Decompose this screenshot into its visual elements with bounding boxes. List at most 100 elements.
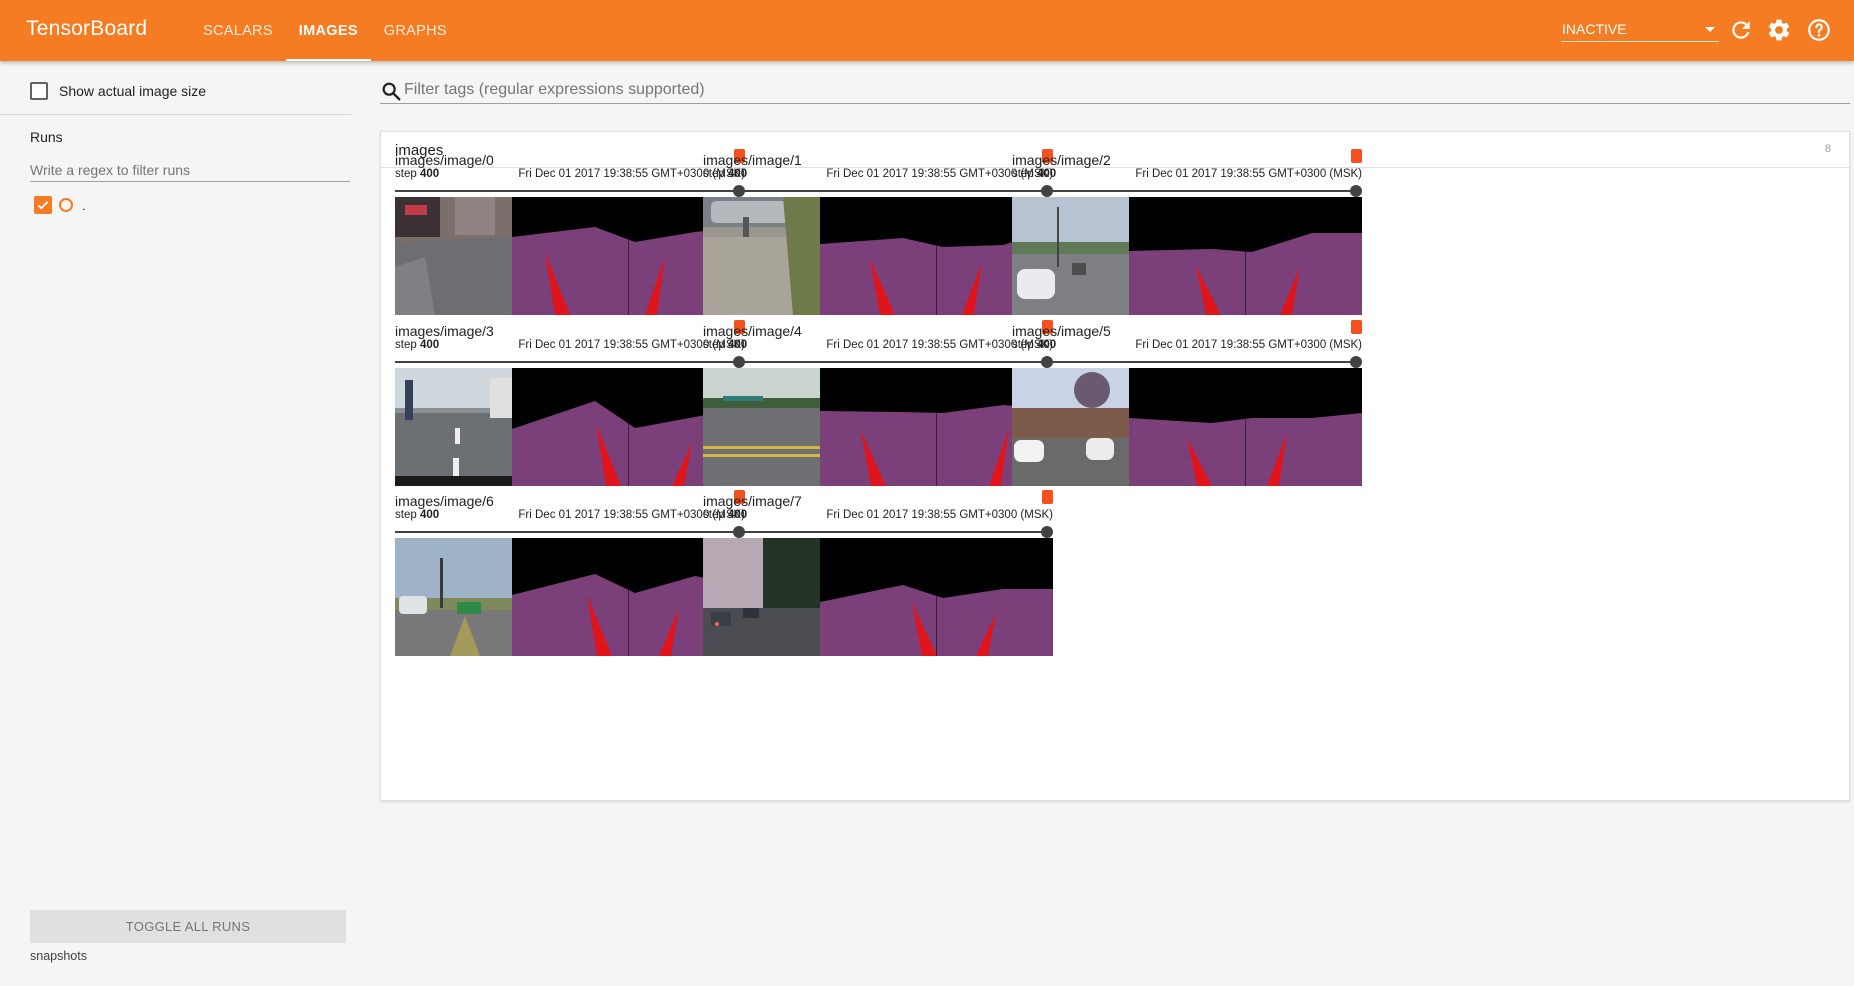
card-run-badge[interactable]	[1351, 149, 1362, 163]
card-tag: images/image/1	[703, 152, 802, 168]
logdir-label: snapshots	[30, 949, 87, 963]
dashboard-tabs: SCALARS IMAGES GRAPHS	[190, 0, 460, 61]
help-icon[interactable]	[1806, 17, 1832, 43]
image-card: images/image/7 step 400 Fri Dec 01 2017 …	[703, 490, 1053, 673]
show-actual-size-checkbox[interactable]	[30, 82, 48, 100]
card-tag: images/image/3	[395, 323, 494, 339]
show-actual-size-toggle[interactable]: Show actual image size	[30, 82, 206, 100]
image-card: images/image/2 step 400 Fri Dec 01 2017 …	[1012, 149, 1362, 332]
card-run-badge[interactable]	[1351, 320, 1362, 334]
card-step: step 400	[395, 339, 439, 351]
slider-track	[1012, 190, 1360, 192]
image-card: images/image/5 step 400 Fri Dec 01 2017 …	[1012, 320, 1362, 503]
segmentation-image[interactable]	[1012, 197, 1362, 315]
slider-track	[395, 531, 743, 533]
tab-graphs[interactable]: GRAPHS	[371, 0, 460, 61]
tag-filter-input[interactable]	[404, 78, 1844, 102]
card-step: step 400	[703, 168, 747, 180]
segmentation-image[interactable]	[1012, 368, 1362, 486]
card-timestamp: Fri Dec 01 2017 19:38:55 GMT+0300 (MSK)	[826, 509, 1053, 521]
card-tag: images/image/5	[1012, 323, 1111, 339]
card-step: step 400	[395, 509, 439, 521]
card-step-value: 400	[1036, 168, 1057, 180]
refresh-icon[interactable]	[1728, 17, 1754, 43]
segmentation-image[interactable]	[395, 538, 745, 656]
card-tag: images/image/0	[395, 152, 494, 168]
toggle-all-runs-button[interactable]: TOGGLE ALL RUNS	[30, 910, 346, 943]
card-step-value: 400	[419, 339, 440, 351]
card-timestamp: Fri Dec 01 2017 19:38:55 GMT+0300 (MSK)	[1135, 168, 1362, 180]
card-step-value: 400	[727, 509, 748, 521]
tab-images[interactable]: IMAGES	[285, 0, 371, 61]
slider-knob[interactable]	[1041, 526, 1053, 538]
card-timestamp: Fri Dec 01 2017 19:38:55 GMT+0300 (MSK)	[1135, 339, 1362, 351]
card-step: step 400	[395, 168, 439, 180]
runs-filter-input[interactable]	[30, 158, 350, 182]
tag-filter-bar	[380, 78, 1850, 104]
card-step-label: step	[703, 509, 725, 521]
runs-title: Runs	[30, 129, 63, 145]
step-slider[interactable]	[1012, 185, 1362, 197]
search-icon	[382, 82, 401, 101]
step-slider[interactable]	[395, 526, 745, 538]
slider-track	[395, 361, 743, 363]
card-tag: images/image/4	[703, 323, 802, 339]
slider-track	[1012, 361, 1360, 363]
card-step-value: 400	[419, 509, 440, 521]
segmentation-image[interactable]	[395, 197, 745, 315]
category-count: 8	[1824, 143, 1831, 155]
show-actual-size-label: Show actual image size	[59, 83, 207, 99]
slider-track	[703, 531, 1051, 533]
slider-knob[interactable]	[1350, 185, 1362, 197]
category-pane: images 8 images/image/0 step 400 Fri Dec…	[380, 131, 1850, 801]
segmentation-image[interactable]	[703, 538, 1053, 656]
slider-track	[395, 190, 743, 192]
run-name: .	[82, 197, 86, 213]
step-slider[interactable]	[703, 356, 1053, 368]
card-step-label: step	[703, 168, 725, 180]
run-list-item[interactable]: .	[34, 196, 86, 214]
card-step: step 400	[1012, 168, 1056, 180]
slider-knob[interactable]	[1350, 356, 1362, 368]
card-run-badge[interactable]	[1042, 490, 1053, 504]
run-checkbox[interactable]	[34, 196, 52, 214]
card-step-label: step	[395, 509, 417, 521]
card-tag: images/image/6	[395, 493, 494, 509]
step-slider[interactable]	[703, 185, 1053, 197]
segmentation-image[interactable]	[395, 368, 745, 486]
card-step-value: 400	[1036, 339, 1057, 351]
step-slider[interactable]	[395, 356, 745, 368]
card-step-label: step	[395, 339, 417, 351]
segmentation-image[interactable]	[703, 197, 1053, 315]
top-app-bar: TensorBoard SCALARS IMAGES GRAPHS INACTI…	[0, 0, 1854, 61]
card-step-value: 400	[727, 339, 748, 351]
slider-track	[703, 361, 1051, 363]
sidebar: Show actual image size Runs . TOGGLE ALL…	[0, 61, 365, 986]
sidebar-divider	[0, 114, 351, 115]
app-brand: TensorBoard	[26, 17, 148, 40]
checkmark-icon	[37, 201, 49, 210]
card-step: step 400	[703, 339, 747, 351]
card-step-label: step	[395, 168, 417, 180]
card-step: step 400	[1012, 339, 1056, 351]
card-step-label: step	[703, 339, 725, 351]
step-slider[interactable]	[703, 526, 1053, 538]
image-card: images/image/1 step 400 Fri Dec 01 2017 …	[703, 149, 1053, 332]
card-step-value: 400	[419, 168, 440, 180]
tab-scalars[interactable]: SCALARS	[190, 0, 286, 61]
card-step: step 400	[703, 509, 747, 521]
dropdown-value: INACTIVE	[1562, 21, 1627, 37]
card-step-value: 400	[727, 168, 748, 180]
inactive-dashboards-dropdown[interactable]: INACTIVE	[1561, 18, 1719, 42]
image-card: images/image/0 step 400 Fri Dec 01 2017 …	[395, 149, 745, 332]
settings-icon[interactable]	[1766, 17, 1792, 43]
card-step-label: step	[1012, 168, 1034, 180]
chevron-down-icon	[1705, 27, 1715, 32]
run-color-radio[interactable]	[59, 198, 73, 212]
step-slider[interactable]	[1012, 356, 1362, 368]
segmentation-image[interactable]	[703, 368, 1053, 486]
image-card: images/image/4 step 400 Fri Dec 01 2017 …	[703, 320, 1053, 503]
card-tag: images/image/7	[703, 493, 802, 509]
image-card: images/image/6 step 400 Fri Dec 01 2017 …	[395, 490, 745, 673]
step-slider[interactable]	[395, 185, 745, 197]
